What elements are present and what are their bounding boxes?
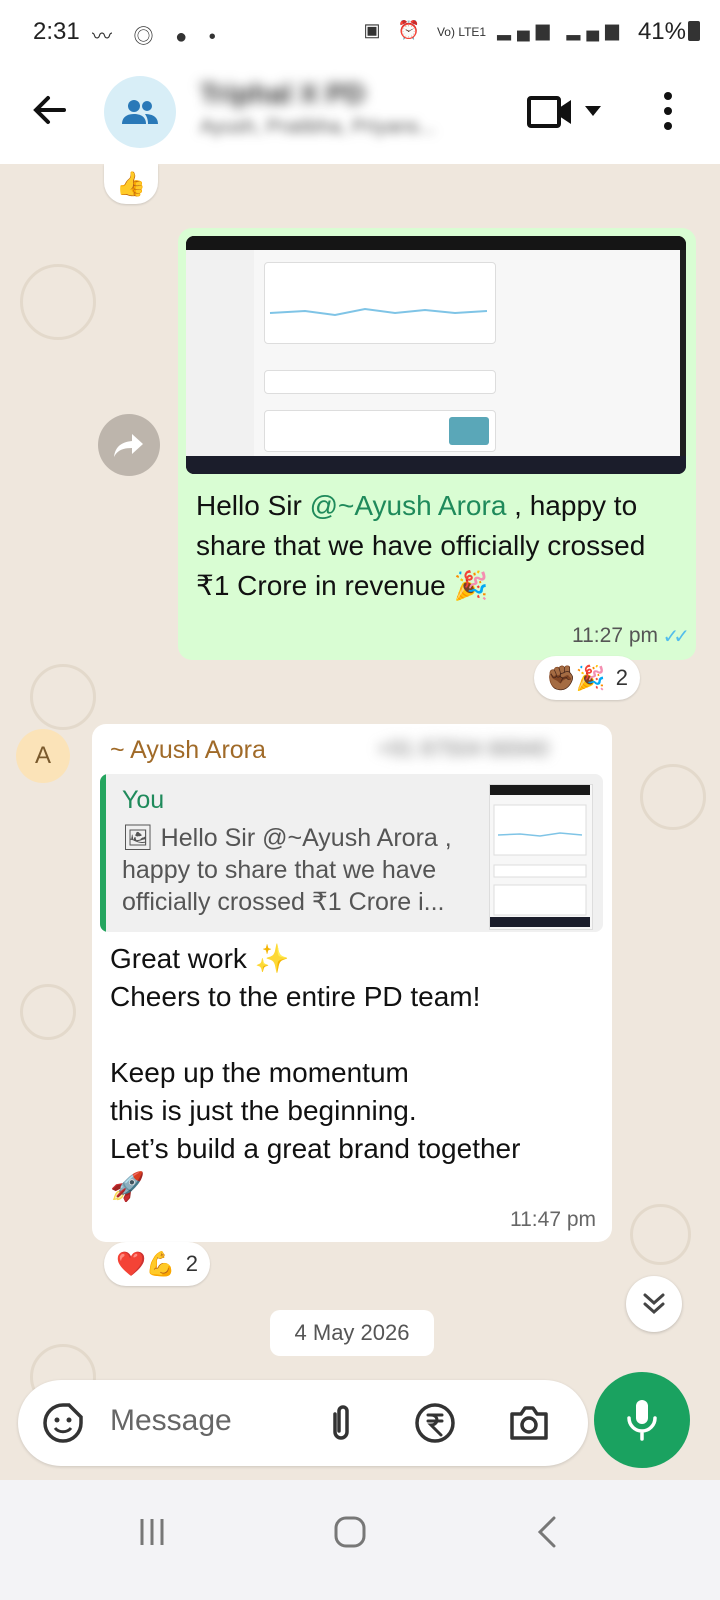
outgoing-reactions[interactable]: ✊🏾🎉 2 bbox=[534, 656, 641, 700]
date-separator: 4 May 2026 bbox=[270, 1310, 434, 1356]
forward-button[interactable] bbox=[98, 414, 160, 476]
quoted-message[interactable]: You 🖼 Hello Sir @~Ayush Arora , happy to… bbox=[100, 774, 603, 932]
wallpaper-doodle bbox=[640, 764, 706, 830]
reaction-count: 2 bbox=[615, 665, 629, 690]
group-avatar[interactable] bbox=[104, 76, 176, 148]
incoming-reactions[interactable]: ❤️💪 2 bbox=[104, 1242, 211, 1286]
reaction-count: 2 bbox=[185, 1251, 199, 1276]
camera-icon bbox=[510, 1406, 548, 1440]
screenshot-main bbox=[254, 250, 680, 456]
recent-apps-button[interactable] bbox=[136, 1516, 168, 1553]
home-icon bbox=[334, 1516, 366, 1548]
reaction-emojis: ❤️💪 bbox=[116, 1250, 176, 1278]
status-time: 2:31 bbox=[33, 18, 80, 45]
more-options-button[interactable] bbox=[662, 90, 674, 132]
network-label: Vo) LTE1 bbox=[436, 25, 487, 39]
system-back-button[interactable] bbox=[536, 1516, 560, 1553]
reaction-pill-previous[interactable]: 👍 bbox=[104, 164, 158, 204]
recents-icon bbox=[140, 1519, 164, 1545]
quote-thumbnail-chart bbox=[490, 785, 590, 927]
chevron-left-icon bbox=[537, 1516, 556, 1548]
outgoing-message[interactable]: Hello Sir @~Ayush Arora , happy to share… bbox=[178, 228, 696, 660]
sender-avatar[interactable]: A bbox=[16, 729, 70, 783]
quote-thumbnail bbox=[489, 784, 593, 930]
screenshot-taskbar bbox=[186, 456, 686, 474]
screenshot-topbar bbox=[186, 236, 686, 250]
chat-members[interactable]: Ayush, Pratibha, Priyans... bbox=[200, 116, 480, 144]
status-bar: 2:31 〰 ◎ ● • ▣ ⏰ Vo) LTE1 ▂▄▆ ▂▄▆ 41% bbox=[0, 0, 720, 64]
dropdown-icon bbox=[585, 106, 601, 116]
quote-text: 🖼 Hello Sir @~Ayush Arora , happy to sha… bbox=[122, 824, 452, 916]
message-composer: Message bbox=[18, 1380, 588, 1466]
payment-button[interactable] bbox=[414, 1402, 456, 1444]
reaction-emojis: ✊🏾🎉 bbox=[546, 664, 606, 692]
chat-title[interactable]: Triphal X PD bbox=[200, 78, 460, 112]
rupee-icon bbox=[415, 1403, 455, 1443]
video-camera-icon bbox=[527, 96, 571, 128]
shared-screenshot-image[interactable] bbox=[186, 236, 686, 474]
vertical-dots-icon bbox=[664, 92, 672, 130]
screenshot-card bbox=[264, 370, 496, 394]
chat-area[interactable]: 👍 Hello Sir @~Ayush Arora , happy to sha… bbox=[0, 164, 720, 1480]
microphone-icon bbox=[627, 1400, 657, 1441]
chat-header: Triphal X PD Ayush, Pratibha, Priyans... bbox=[0, 64, 720, 164]
paperclip-icon bbox=[333, 1405, 349, 1440]
battery-text: 41% bbox=[637, 18, 686, 45]
quote-bar bbox=[100, 774, 106, 932]
screenshot-card bbox=[264, 410, 496, 452]
forward-icon bbox=[114, 434, 143, 457]
wallpaper-doodle bbox=[30, 664, 96, 730]
call-options-button[interactable] bbox=[584, 104, 602, 122]
screenshot-sidebar bbox=[186, 250, 254, 456]
home-button[interactable] bbox=[334, 1516, 366, 1553]
outgoing-time: 11:27 pm bbox=[572, 624, 658, 647]
screenshot-thumb bbox=[449, 417, 489, 445]
mention-link[interactable]: @~Ayush Arora bbox=[310, 490, 507, 521]
incoming-text: Great work ✨ Cheers to the entire PD tea… bbox=[110, 943, 521, 1202]
sender-name[interactable]: ~ Ayush Arora bbox=[110, 736, 266, 765]
thumbs-up-reaction: 👍 bbox=[116, 170, 146, 198]
wallpaper-doodle bbox=[630, 1204, 691, 1265]
message-input[interactable]: Message bbox=[110, 1404, 232, 1438]
battery-icon bbox=[688, 21, 700, 41]
sticker-button[interactable] bbox=[42, 1402, 84, 1444]
notification-icons: 〰 ◎ ● • bbox=[92, 26, 224, 48]
system-nav-bar bbox=[0, 1480, 720, 1600]
network-icons: ▣ ⏰ Vo) LTE1 ▂▄▆ ▂▄▆ bbox=[363, 20, 625, 40]
attach-button[interactable] bbox=[320, 1402, 362, 1444]
screenshot-chart-line bbox=[269, 307, 488, 317]
group-icon bbox=[122, 100, 158, 124]
outgoing-text-part: Hello Sir bbox=[196, 490, 310, 521]
video-call-button[interactable] bbox=[526, 92, 574, 132]
incoming-time: 11:47 pm bbox=[510, 1208, 596, 1231]
incoming-message[interactable]: ~ Ayush Arora +91 87504 66940 You 🖼 Hell… bbox=[92, 724, 612, 1242]
back-arrow-icon bbox=[33, 96, 66, 124]
sticker-icon bbox=[43, 1403, 83, 1443]
wallpaper-doodle bbox=[20, 264, 96, 340]
battery-level: 41% bbox=[638, 18, 700, 46]
back-button[interactable] bbox=[28, 88, 72, 132]
double-chevron-down-icon bbox=[643, 1293, 665, 1315]
camera-button[interactable] bbox=[508, 1402, 550, 1444]
sender-phone: +91 87504 66940 bbox=[377, 736, 549, 761]
quote-author: You bbox=[122, 786, 165, 814]
scroll-to-bottom-button[interactable] bbox=[626, 1276, 682, 1332]
wallpaper-doodle bbox=[20, 984, 76, 1040]
outgoing-text: Hello Sir @~Ayush Arora , happy to share… bbox=[196, 486, 676, 606]
read-ticks-icon: ✓✓ bbox=[662, 626, 689, 648]
voice-message-button[interactable] bbox=[594, 1372, 690, 1468]
screenshot-chart-card bbox=[264, 262, 496, 344]
